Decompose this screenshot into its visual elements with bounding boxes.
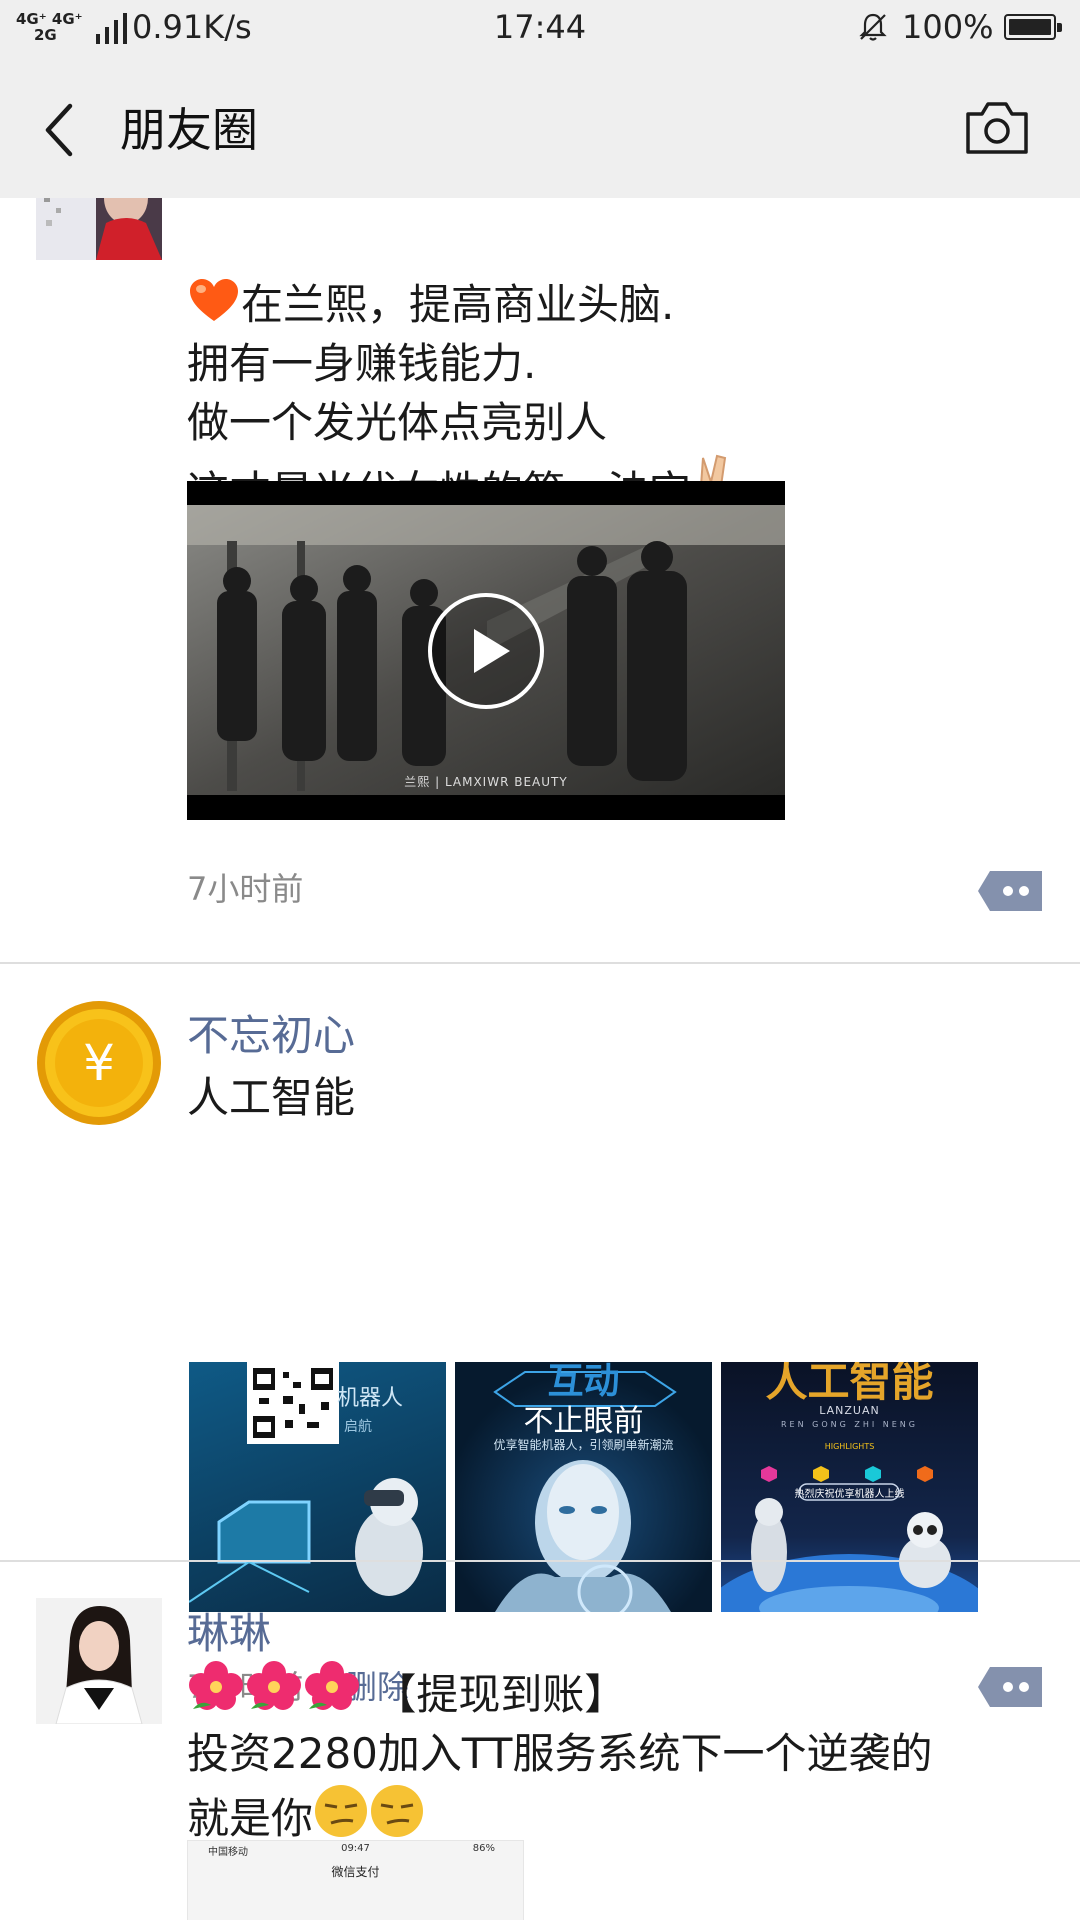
camera-icon[interactable] (962, 98, 1032, 158)
status-bar: 4G⁺ 4G⁺ 2G 0.91K/s 17:44 100% (0, 0, 1080, 56)
post-text: 在兰熙，提高商业头脑. 拥有一身赚钱能力. 做一个发光体点亮别人 这才是当代女性… (187, 216, 1037, 521)
avatar[interactable]: ¥ (36, 1000, 162, 1126)
video-thumbnail[interactable]: 兰熙 | LAMXIWR BEAUTY (187, 481, 785, 820)
moment-post: 在兰熙，提高商业头脑. 拥有一身赚钱能力. 做一个发光体点亮别人 这才是当代女性… (0, 198, 1080, 962)
hibiscus-emoji-icon (247, 1661, 301, 1710)
image-3-pinyin: REN GONG ZHI NENG (781, 1420, 918, 1429)
hibiscus-emoji-icon (189, 1661, 243, 1710)
flower-emojis (187, 1661, 374, 1719)
image-3-banner: 热烈庆祝优享机器人上线 (794, 1489, 905, 1500)
hibiscus-emoji-icon (305, 1661, 359, 1710)
page-title: 朋友圈 (120, 103, 258, 157)
post-text-line-1: 【提现到账】 (374, 1670, 627, 1719)
post-text-line-3: 就是你 (187, 1794, 314, 1843)
avatar[interactable] (36, 198, 162, 260)
moment-post: 琳琳 【提现到账】 投资2280加入TT服务系统下一个逆袭的 就是你 中国移动 … (0, 1562, 1080, 1920)
post-author-name[interactable]: 琳琳 (187, 1600, 271, 1661)
moment-post: ¥ 不忘初心 人工智能 机器人 启航 互动 不止眼前 优享智能机器人，引领刷单新… (0, 964, 1080, 1707)
image-1-subcaption: 启航 (344, 1419, 372, 1435)
back-arrow-icon[interactable] (38, 94, 88, 164)
image-1-caption: 机器人 (337, 1386, 404, 1411)
post-timestamp: 7小时前 (187, 870, 304, 908)
top-navigation-bar: 朋友圈 (0, 56, 1080, 198)
play-icon[interactable] (426, 591, 546, 711)
silent-bell-icon (859, 13, 887, 41)
post-author-name[interactable]: 不忘初心 (187, 1002, 355, 1063)
battery-icon (1004, 14, 1062, 40)
post-image-screenshot[interactable]: 中国移动 09:47 86% 微信支付 (187, 1840, 524, 1920)
smirk-emoji-icon (371, 1785, 424, 1837)
post-text-line-2: 投资2280加入TT服务系统下一个逆袭的 (187, 1729, 933, 1778)
moments-feed[interactable]: 在兰熙，提高商业头脑. 拥有一身赚钱能力. 做一个发光体点亮别人 这才是当代女性… (0, 198, 1080, 1920)
video-caption: 兰熙 | LAMXIWR BEAUTY (404, 775, 568, 789)
post-text: 人工智能 (187, 1073, 356, 1122)
more-actions-button[interactable] (978, 871, 1042, 911)
post-text: 【提现到账】 投资2280加入TT服务系统下一个逆袭的 就是你 (187, 1659, 1037, 1848)
image-3-brand: LANZUAN (819, 1404, 880, 1417)
image-2-subcaption: 优享智能机器人，引领刷单新潮流 (493, 1438, 674, 1452)
preview-battery: 86% (472, 1843, 495, 1854)
battery-percent: 100% (902, 8, 994, 46)
svg-text:¥: ¥ (83, 1034, 115, 1092)
heart-emoji-icon (190, 279, 238, 321)
image-3-highlights: HIGHLIGHTS (824, 1442, 875, 1451)
image-3-heading: 人工智能 (765, 1362, 934, 1406)
avatar[interactable] (36, 1598, 162, 1724)
image-2-caption: 不止眼前 (523, 1404, 644, 1439)
preview-title: 微信支付 (331, 1865, 380, 1879)
smirk-emoji-icon (315, 1785, 368, 1837)
